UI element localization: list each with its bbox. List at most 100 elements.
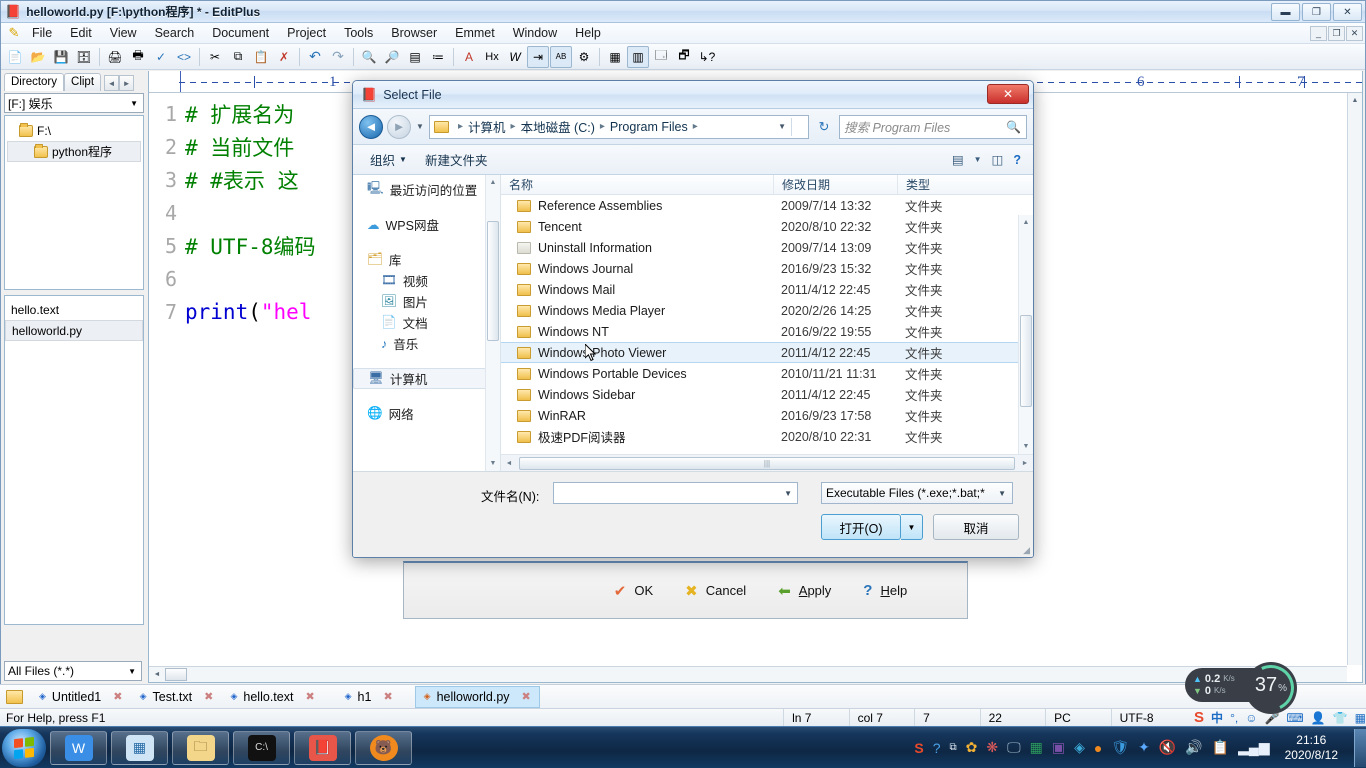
onenote-icon[interactable]: ▣ [1052, 739, 1065, 756]
cpu-usage-ring[interactable]: 37 % [1245, 662, 1297, 714]
hex-icon[interactable]: Hx [481, 46, 503, 68]
navigation-pane[interactable]: 🖳 最近访问的位置 ☁ WPS网盘 🗂 库 🎞 视频 🖼 图片 [353, 175, 501, 471]
table-row[interactable]: Windows NT 2016/9/22 19:55 文件夹 [501, 321, 1033, 342]
filename-input[interactable]: ▼ [553, 482, 798, 504]
nav-item-pictures[interactable]: 🖼 图片 [353, 291, 500, 312]
refresh-icon[interactable]: ↻ [813, 115, 835, 139]
scroll-thumb[interactable]: ||| [519, 457, 1015, 470]
settings-icon[interactable]: ⚙ [573, 46, 595, 68]
file-list[interactable]: hello.text helloworld.py [4, 295, 144, 625]
cancel-button[interactable]: ✖ Cancel [685, 582, 746, 600]
doc-tab-hello-text[interactable]: ◈ hello.text ✖ [222, 686, 322, 708]
editor-vertical-scrollbar[interactable]: ▲ [1347, 93, 1362, 665]
redo-icon[interactable]: ↷ [327, 46, 349, 68]
spellcheck-icon[interactable]: ✓ [150, 46, 172, 68]
punctuation-icon[interactable]: °, [1230, 711, 1238, 725]
editor-horizontal-scrollbar[interactable]: ◄ [149, 666, 1347, 682]
table-row[interactable]: Windows Mail 2011/4/12 22:45 文件夹 [501, 279, 1033, 300]
apply-button[interactable]: ⬅ AApplypply [778, 582, 831, 600]
chevron-down-icon[interactable]: ▼ [974, 155, 982, 164]
chevron-down-icon[interactable]: ▼ [784, 489, 792, 498]
tab-directory[interactable]: Directory [4, 73, 64, 91]
taskbar-app-cmd[interactable]: C:\ [233, 731, 290, 765]
print-icon[interactable]: 🖶 [127, 46, 149, 68]
scroll-right-icon[interactable]: ► [1017, 460, 1033, 467]
column-header-type[interactable]: 类型 [897, 175, 1033, 194]
tree-item-python[interactable]: python程序 [7, 141, 141, 162]
indent-icon[interactable]: ⇥ [527, 46, 549, 68]
menu-view[interactable]: View [101, 24, 146, 42]
scroll-left-icon[interactable]: ◄ [501, 460, 517, 467]
excel-icon[interactable]: ▦ [1030, 739, 1043, 756]
nav-item-videos[interactable]: 🎞 视频 [353, 270, 500, 291]
menu-window[interactable]: Window [504, 24, 566, 42]
folder-icon[interactable] [6, 690, 23, 704]
scroll-up-icon[interactable]: ▲ [1348, 93, 1362, 108]
view-list-icon[interactable]: ▤ [952, 152, 964, 167]
forward-arrow-icon[interactable]: ► [387, 115, 411, 139]
doc-tab-test-txt[interactable]: ◈ Test.txt ✖ [130, 686, 222, 708]
nav-item-music[interactable]: ♪ 音乐 [353, 333, 500, 354]
menu-help[interactable]: Help [566, 24, 610, 42]
ok-button[interactable]: ✔ OK [614, 582, 653, 600]
remote-icon[interactable]: 🖵 [1007, 739, 1021, 756]
scroll-up-icon[interactable]: ▲ [1019, 215, 1033, 230]
user-icon[interactable]: 👤 [1311, 711, 1326, 725]
organize-button[interactable]: 组织 ▼ [361, 150, 416, 169]
doc-tab-untitled1[interactable]: ◈ Untitled1 ✖ [31, 686, 130, 708]
close-icon[interactable]: ✖ [113, 690, 122, 703]
scroll-left-icon[interactable]: ◄ [149, 671, 165, 678]
cut-icon[interactable]: ✂ [204, 46, 226, 68]
chevron-down-icon[interactable]: ▼ [778, 122, 786, 131]
layers-icon[interactable]: ◈ [1074, 739, 1085, 756]
mdi-restore-button[interactable]: ❐ [1328, 26, 1345, 41]
view-in-browser-icon[interactable]: <> [173, 46, 195, 68]
nav-item-documents[interactable]: 📄 文档 [353, 312, 500, 333]
virus-icon[interactable]: ❋ [986, 739, 998, 756]
document-selector-icon[interactable]: ▦ [604, 46, 626, 68]
scroll-down-icon[interactable]: ▼ [1019, 439, 1033, 454]
table-row[interactable]: Windows Photo Viewer 2011/4/12 22:45 文件夹 [501, 342, 1033, 363]
volume-mute-icon[interactable]: 🔇 [1159, 739, 1176, 756]
close-icon[interactable]: ✖ [383, 690, 392, 703]
history-dropdown-icon[interactable]: ▼ [415, 122, 425, 131]
resize-grip-icon[interactable]: ◢ [1023, 545, 1030, 556]
open-dropdown-icon[interactable]: ▼ [901, 514, 923, 540]
chinese-mode-icon[interactable]: 中 [1211, 709, 1223, 726]
save-all-icon[interactable]: 🗄 [73, 46, 95, 68]
minimize-button[interactable]: ▬ [1271, 3, 1300, 21]
format-font-icon[interactable]: A [458, 46, 480, 68]
shield-icon[interactable]: 🛡 [1111, 739, 1129, 756]
sogou-icon[interactable]: S [914, 740, 923, 756]
list-item[interactable]: hello.text [5, 299, 143, 320]
dialog-close-button[interactable]: ✕ [987, 84, 1029, 104]
line-numbers-icon[interactable]: ≔ [427, 46, 449, 68]
photos-icon[interactable]: ✿ [966, 739, 978, 756]
file-filter-select[interactable]: All Files (*.*) ▼ [4, 661, 142, 681]
paste-icon[interactable]: 📋 [250, 46, 272, 68]
copy-icon[interactable]: ⧉ [227, 46, 249, 68]
back-arrow-icon[interactable]: ◄ [359, 115, 383, 139]
new-folder-button[interactable]: 新建文件夹 [416, 150, 497, 169]
help-icon[interactable]: ? [933, 740, 941, 756]
table-row[interactable]: Windows Sidebar 2011/4/12 22:45 文件夹 [501, 384, 1033, 405]
table-row[interactable]: Reference Assemblies 2009/7/14 13:32 文件夹 [501, 195, 1033, 216]
mdi-minimize-button[interactable]: _ [1310, 26, 1327, 41]
show-desktop-button[interactable] [1354, 729, 1366, 767]
scroll-thumb[interactable] [1020, 315, 1032, 407]
mdi-close-button[interactable]: ✕ [1346, 26, 1363, 41]
bluetooth-icon[interactable]: ✦ [1138, 739, 1150, 756]
file-type-filter-select[interactable]: Executable Files (*.exe;*.bat;* ▼ [821, 482, 1013, 504]
open-button[interactable]: 打开(O) [821, 514, 901, 540]
find-replace-icon[interactable]: 🔎 [381, 46, 403, 68]
nav-item-library[interactable]: 🗂 库 [353, 249, 500, 270]
menu-search[interactable]: Search [146, 24, 204, 42]
breadcrumb-item-computer[interactable]: 计算机 [468, 117, 506, 136]
menu-browser[interactable]: Browser [382, 24, 446, 42]
taskbar-app-control-panel[interactable]: ▦ [111, 731, 168, 765]
close-icon[interactable]: ✖ [204, 690, 213, 703]
open-external-icon[interactable]: 🗗 [673, 46, 695, 68]
taskbar-app-editplus[interactable]: 📕 [294, 731, 351, 765]
start-button[interactable] [2, 729, 46, 767]
clipboard-icon[interactable]: 📋 [1212, 739, 1229, 756]
